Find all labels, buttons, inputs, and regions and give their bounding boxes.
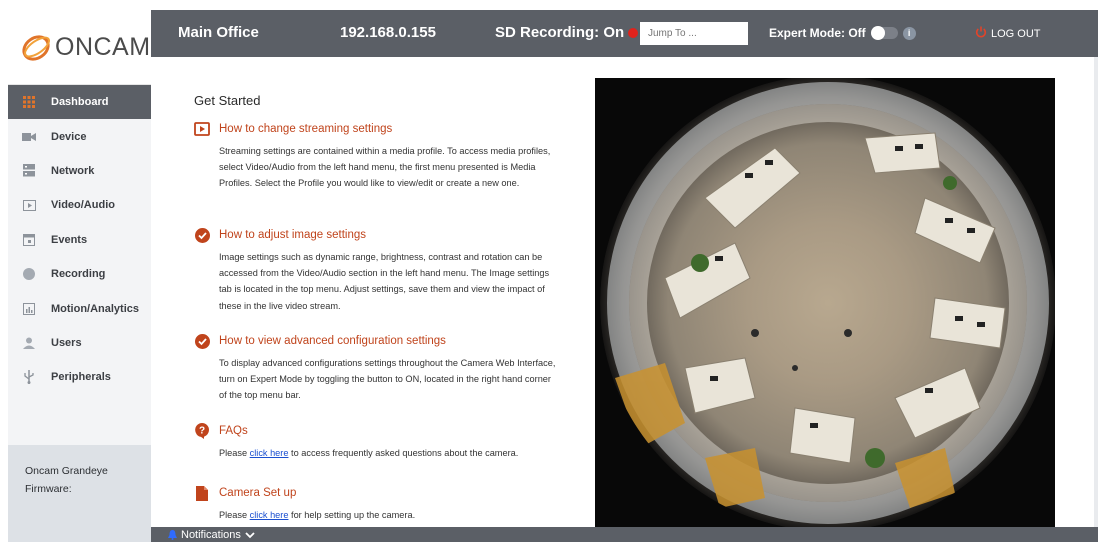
section-title: How to view advanced configuration setti…: [219, 335, 446, 347]
site-name: Main Office: [178, 24, 259, 41]
faq-link[interactable]: click here: [250, 448, 289, 458]
bell-icon: [168, 530, 177, 540]
section-faqs: ? FAQs Please click here to access frequ…: [194, 423, 564, 461]
scrollbar[interactable]: [1094, 57, 1098, 527]
server-icon: [22, 164, 36, 178]
check-circle-icon: [194, 333, 210, 349]
section-body: Please click here for help setting up th…: [219, 507, 559, 523]
sidebar-item-video-audio[interactable]: Video/Audio: [8, 188, 151, 222]
live-video-feed[interactable]: [595, 78, 1055, 527]
notifications-bar: Notifications: [151, 527, 1098, 542]
sidebar-item-users[interactable]: Users: [8, 326, 151, 360]
camera-icon: [22, 130, 36, 144]
top-bar: Main Office 192.168.0.155 SD Recording: …: [151, 10, 1098, 57]
camera-setup-link[interactable]: click here: [250, 510, 289, 520]
sidebar-item-label: Events: [51, 233, 88, 246]
section-body: Streaming settings are contained within …: [219, 146, 551, 189]
record-icon: [22, 267, 36, 281]
oncam-logo[interactable]: ONCAM: [20, 32, 151, 62]
svg-text:?: ?: [199, 426, 205, 437]
expert-mode-label: Expert Mode: Off: [769, 26, 866, 40]
check-circle-icon: [194, 227, 210, 243]
power-icon: [975, 26, 987, 41]
page-title: Get Started: [194, 93, 261, 108]
recording-indicator-icon: [628, 27, 639, 38]
body-text: Please: [219, 448, 250, 458]
section-image-settings: How to adjust image settings Image setti…: [194, 227, 564, 314]
firmware-product: Oncam Grandeye: [25, 465, 108, 477]
notifications-label: Notifications: [181, 529, 241, 541]
sidebar-item-label: Motion/Analytics: [51, 302, 140, 315]
document-icon: [194, 485, 210, 501]
section-title: How to change streaming settings: [219, 123, 393, 135]
user-icon: [22, 336, 36, 350]
section-title: Camera Set up: [219, 487, 297, 499]
expert-mode-toggle[interactable]: [870, 26, 898, 40]
body-text: Please: [219, 510, 250, 520]
sidebar-item-events[interactable]: Events: [8, 223, 151, 257]
section-body: Image settings such as dynamic range, br…: [219, 252, 550, 311]
sidebar-item-label: Video/Audio: [51, 199, 115, 212]
body-text: for help setting up the camera.: [288, 510, 416, 520]
sidebar-item-network[interactable]: Network: [8, 154, 151, 188]
play-icon: [22, 198, 36, 212]
ip-address: 192.168.0.155: [340, 24, 436, 41]
notifications-toggle[interactable]: Notifications: [168, 529, 255, 541]
main-content: Get Started How to change streaming sett…: [151, 57, 1098, 527]
info-icon[interactable]: i: [902, 26, 916, 40]
sd-recording-label: SD Recording: On: [495, 24, 625, 41]
logo-text: ONCAM: [55, 32, 151, 61]
sidebar-nav: Dashboard Device Network Video/Audio Eve…: [8, 85, 151, 395]
fisheye-image: [595, 78, 1055, 527]
sidebar-item-label: Users: [51, 336, 82, 349]
sidebar-item-label: Recording: [51, 268, 106, 281]
sidebar-item-label: Network: [51, 164, 95, 177]
sidebar-item-device[interactable]: Device: [8, 119, 151, 153]
sidebar-item-label: Peripherals: [51, 371, 111, 384]
firmware-info: Oncam Grandeye Firmware:: [8, 445, 151, 542]
sidebar-item-recording[interactable]: Recording: [8, 257, 151, 291]
firmware-label: Firmware:: [25, 483, 72, 495]
sidebar-item-peripherals[interactable]: Peripherals: [8, 360, 151, 394]
body-text: to access frequently asked questions abo…: [288, 448, 519, 458]
sd-recording-status: SD Recording: On: [495, 24, 639, 41]
logout-label: LOG OUT: [991, 27, 1041, 40]
sidebar-item-label: Device: [51, 130, 87, 143]
question-circle-icon: ?: [194, 423, 210, 439]
sidebar-item-dashboard[interactable]: Dashboard: [8, 85, 151, 120]
usb-icon: [22, 370, 36, 385]
sidebar: ONCAM Dashboard Device Network Video/Aud…: [8, 10, 151, 542]
sidebar-item-label: Dashboard: [51, 96, 109, 109]
logo-mark-icon: [22, 35, 50, 61]
chart-icon: [22, 302, 36, 316]
section-title: How to adjust image settings: [219, 229, 367, 241]
section-body: Please click here to access frequently a…: [219, 445, 559, 461]
calendar-icon: [22, 233, 36, 247]
sidebar-item-motion-analytics[interactable]: Motion/Analytics: [8, 291, 151, 325]
section-camera-setup: Camera Set up Please click here for help…: [194, 485, 564, 523]
logout-button[interactable]: LOG OUT: [975, 26, 1041, 41]
chevron-down-icon: [245, 531, 255, 538]
section-advanced-config: How to view advanced configuration setti…: [194, 333, 564, 404]
video-play-icon: [194, 121, 210, 137]
toggle-knob: [870, 26, 885, 40]
grid-icon: [22, 95, 36, 109]
expert-mode: Expert Mode: Off i: [769, 26, 916, 40]
section-title: FAQs: [219, 425, 248, 437]
logo-area: ONCAM: [8, 10, 151, 85]
section-body: To display advanced configurations setti…: [219, 358, 556, 401]
jump-to-input[interactable]: [640, 22, 748, 45]
section-streaming: How to change streaming settings Streami…: [194, 121, 564, 192]
